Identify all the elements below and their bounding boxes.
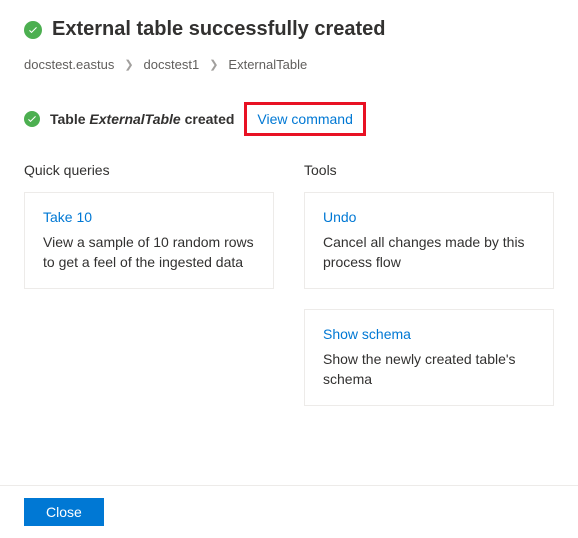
view-command-highlight: View command bbox=[244, 102, 365, 136]
card-title: Undo bbox=[323, 209, 535, 225]
status-row: Table ExternalTable created View command bbox=[0, 92, 578, 146]
page-title: External table successfully created bbox=[52, 18, 386, 41]
card-desc: View a sample of 10 random rows to get a… bbox=[43, 233, 255, 272]
tools-column: Tools Undo Cancel all changes made by th… bbox=[304, 162, 554, 426]
breadcrumb-item[interactable]: docstest.eastus bbox=[24, 57, 114, 72]
footer: Close bbox=[0, 485, 578, 538]
chevron-right-icon: ❯ bbox=[209, 58, 218, 71]
status-prefix: Table bbox=[50, 111, 89, 127]
chevron-right-icon: ❯ bbox=[124, 58, 133, 71]
tools-heading: Tools bbox=[304, 162, 554, 178]
breadcrumb-item[interactable]: ExternalTable bbox=[228, 57, 307, 72]
breadcrumb-item[interactable]: docstest1 bbox=[144, 57, 200, 72]
card-title: Show schema bbox=[323, 326, 535, 342]
page-header: External table successfully created bbox=[0, 0, 578, 49]
breadcrumb: docstest.eastus ❯ docstest1 ❯ ExternalTa… bbox=[0, 49, 578, 92]
card-desc: Show the newly created table's schema bbox=[323, 350, 535, 389]
success-icon bbox=[24, 111, 40, 127]
tool-card-show-schema[interactable]: Show schema Show the newly created table… bbox=[304, 309, 554, 406]
card-title: Take 10 bbox=[43, 209, 255, 225]
card-desc: Cancel all changes made by this process … bbox=[323, 233, 535, 272]
quick-query-card-take10[interactable]: Take 10 View a sample of 10 random rows … bbox=[24, 192, 274, 289]
success-icon bbox=[24, 21, 42, 39]
content-columns: Quick queries Take 10 View a sample of 1… bbox=[0, 146, 578, 426]
close-button[interactable]: Close bbox=[24, 498, 104, 526]
status-text: Table ExternalTable created bbox=[50, 111, 234, 127]
view-command-link[interactable]: View command bbox=[257, 111, 352, 127]
quick-queries-column: Quick queries Take 10 View a sample of 1… bbox=[24, 162, 274, 426]
tool-card-undo[interactable]: Undo Cancel all changes made by this pro… bbox=[304, 192, 554, 289]
status-suffix: created bbox=[181, 111, 235, 127]
quick-queries-heading: Quick queries bbox=[24, 162, 274, 178]
table-name: ExternalTable bbox=[89, 111, 180, 127]
